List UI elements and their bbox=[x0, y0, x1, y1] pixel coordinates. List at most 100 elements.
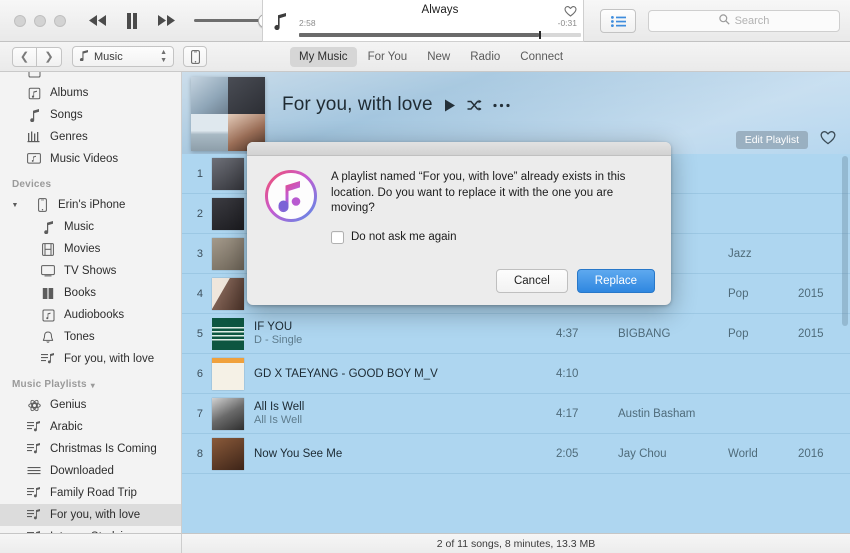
sidebar-item-device-tv-shows[interactable]: TV Shows bbox=[0, 260, 181, 282]
bell-icon bbox=[40, 330, 56, 344]
track-genre: Pop bbox=[728, 288, 798, 300]
heart-outline-icon[interactable] bbox=[820, 130, 836, 150]
checkbox-box[interactable] bbox=[331, 231, 344, 244]
track-number: 1 bbox=[182, 168, 212, 180]
sidebar-header-devices: Devices bbox=[0, 170, 181, 194]
track-time: 4:17 bbox=[556, 408, 618, 420]
playlist-icon bbox=[26, 420, 42, 434]
edit-playlist-button[interactable]: Edit Playlist bbox=[736, 131, 808, 149]
itunes-app-icon bbox=[265, 170, 317, 222]
music-note-icon bbox=[40, 220, 56, 234]
sidebar-item-device-for-you-with-love[interactable]: For you, with love bbox=[0, 348, 181, 370]
tab-for-you[interactable]: For You bbox=[359, 47, 417, 67]
playback-progress-bar[interactable] bbox=[299, 33, 581, 37]
sidebar-item-downloaded[interactable]: Downloaded bbox=[0, 460, 181, 482]
player-toolbar: Always 2:58 -0:31 bbox=[0, 0, 850, 42]
chevron-left-icon[interactable]: ❮ bbox=[12, 47, 37, 67]
disclosure-down-icon[interactable]: ▼ bbox=[10, 202, 20, 209]
track-artwork bbox=[212, 278, 244, 310]
fast-forward-icon[interactable] bbox=[156, 12, 176, 30]
sidebar-item-songs[interactable]: Songs bbox=[0, 104, 181, 126]
music-note-icon bbox=[263, 0, 297, 42]
table-row[interactable]: 6 GD X TAEYANG - GOOD BOY M_V 4:10 bbox=[182, 354, 850, 394]
sidebar-item-erins-iphone[interactable]: ▼ Erin's iPhone bbox=[0, 194, 181, 216]
sidebar-item-label: Albums bbox=[50, 87, 88, 99]
search-input[interactable]: Search bbox=[648, 10, 840, 32]
track-title: All Is Well bbox=[254, 400, 556, 414]
up-next-list-icon[interactable] bbox=[600, 9, 636, 33]
chevron-right-icon[interactable]: ❯ bbox=[37, 47, 62, 67]
iphone-icon[interactable] bbox=[183, 46, 207, 67]
cancel-button[interactable]: Cancel bbox=[496, 269, 568, 293]
shuffle-icon[interactable] bbox=[467, 99, 482, 112]
tab-radio[interactable]: Radio bbox=[461, 47, 509, 67]
sidebar-item-family-road-trip[interactable]: Family Road Trip bbox=[0, 482, 181, 504]
sidebar-item-device-movies[interactable]: Movies bbox=[0, 238, 181, 260]
table-row[interactable]: 7 All Is Well All Is Well 4:17 Austin Ba… bbox=[182, 394, 850, 434]
do-not-ask-again-checkbox[interactable]: Do not ask me again bbox=[331, 231, 653, 244]
genres-icon bbox=[26, 130, 42, 144]
track-artwork bbox=[212, 398, 244, 430]
sidebar-item-music-videos[interactable]: Music Videos bbox=[0, 148, 181, 170]
sidebar-item-label: Genius bbox=[50, 399, 86, 411]
sidebar-item-device-tones[interactable]: Tones bbox=[0, 326, 181, 348]
track-artwork bbox=[212, 198, 244, 230]
sidebar-item-genius[interactable]: Genius bbox=[0, 394, 181, 416]
scrollbar-thumb[interactable] bbox=[842, 156, 848, 326]
playlist-artwork-collage bbox=[191, 77, 265, 151]
heart-outline-icon[interactable] bbox=[564, 4, 577, 22]
sidebar-item-for-you-with-love[interactable]: For you, with love bbox=[0, 504, 181, 526]
status-bar: 2 of 11 songs, 8 minutes, 13.3 MB bbox=[182, 533, 850, 553]
rewind-icon[interactable] bbox=[88, 12, 108, 30]
movies-icon bbox=[40, 242, 56, 256]
chevron-down-icon[interactable]: ▾ bbox=[91, 381, 95, 390]
track-artwork bbox=[212, 158, 244, 190]
album-icon bbox=[26, 72, 42, 78]
sidebar-item-label: TV Shows bbox=[64, 265, 116, 277]
vertical-scrollbar[interactable] bbox=[841, 154, 849, 553]
sidebar-item-label: Music Videos bbox=[50, 153, 118, 165]
tab-new[interactable]: New bbox=[418, 47, 459, 67]
dialog-content: A playlist named “For you, with love” al… bbox=[331, 170, 653, 244]
sidebar-header-music-playlists[interactable]: Music Playlists ▾ bbox=[0, 370, 181, 394]
minimize-button[interactable] bbox=[34, 15, 46, 27]
sidebar-item-device-audiobooks[interactable]: Audiobooks bbox=[0, 304, 181, 326]
sidebar-item-arabic[interactable]: Arabic bbox=[0, 416, 181, 438]
track-name-cell: IF YOU D - Single bbox=[244, 320, 556, 347]
sidebar-item-christmas-is-coming[interactable]: Christmas Is Coming bbox=[0, 438, 181, 460]
sidebar-item-label: Genres bbox=[50, 131, 88, 143]
sidebar-item-device-music[interactable]: Music bbox=[0, 216, 181, 238]
dialog-body: A playlist named “For you, with love” al… bbox=[247, 156, 671, 244]
sidebar-footer bbox=[0, 533, 182, 553]
window-controls bbox=[14, 15, 66, 27]
progress-knob[interactable] bbox=[539, 31, 542, 39]
sidebar-item-label: Christmas Is Coming bbox=[50, 443, 157, 455]
table-row[interactable]: 8 Now You See Me 2:05 Jay Chou World 201… bbox=[182, 434, 850, 474]
play-icon[interactable] bbox=[444, 99, 456, 112]
track-artist: BIGBANG bbox=[618, 328, 728, 340]
tab-my-music[interactable]: My Music bbox=[290, 47, 357, 67]
track-artwork bbox=[212, 318, 244, 350]
track-title: GD X TAEYANG - GOOD BOY M_V bbox=[254, 367, 556, 381]
close-button[interactable] bbox=[14, 15, 26, 27]
itunes-window: Always 2:58 -0:31 bbox=[0, 0, 850, 553]
pause-icon[interactable] bbox=[122, 12, 142, 30]
tab-connect[interactable]: Connect bbox=[511, 47, 572, 67]
volume-slider[interactable] bbox=[194, 13, 272, 29]
zoom-button[interactable] bbox=[54, 15, 66, 27]
table-row[interactable]: 5 IF YOU D - Single 4:37 BIGBANG Pop 201… bbox=[182, 314, 850, 354]
ellipsis-icon[interactable] bbox=[493, 103, 510, 108]
sidebar-item-albums[interactable]: Albums bbox=[0, 82, 181, 104]
genius-icon bbox=[26, 398, 42, 412]
replace-button[interactable]: Replace bbox=[577, 269, 655, 293]
sidebar-scroll-content: Albums Songs Genres bbox=[0, 72, 181, 548]
media-kind-picker[interactable]: Music ▲▼ bbox=[72, 46, 174, 67]
sidebar-item-device-books[interactable]: Books bbox=[0, 282, 181, 304]
sidebar-item-genres[interactable]: Genres bbox=[0, 126, 181, 148]
track-subtitle: All Is Well bbox=[254, 414, 556, 427]
sidebar-item-clipped-top[interactable] bbox=[0, 72, 181, 82]
sidebar-item-label: Arabic bbox=[50, 421, 83, 433]
history-navigation: ❮ ❯ bbox=[12, 47, 62, 67]
dialog-actions: Cancel Replace bbox=[496, 269, 655, 293]
now-playing-display[interactable]: Always 2:58 -0:31 bbox=[262, 0, 584, 42]
